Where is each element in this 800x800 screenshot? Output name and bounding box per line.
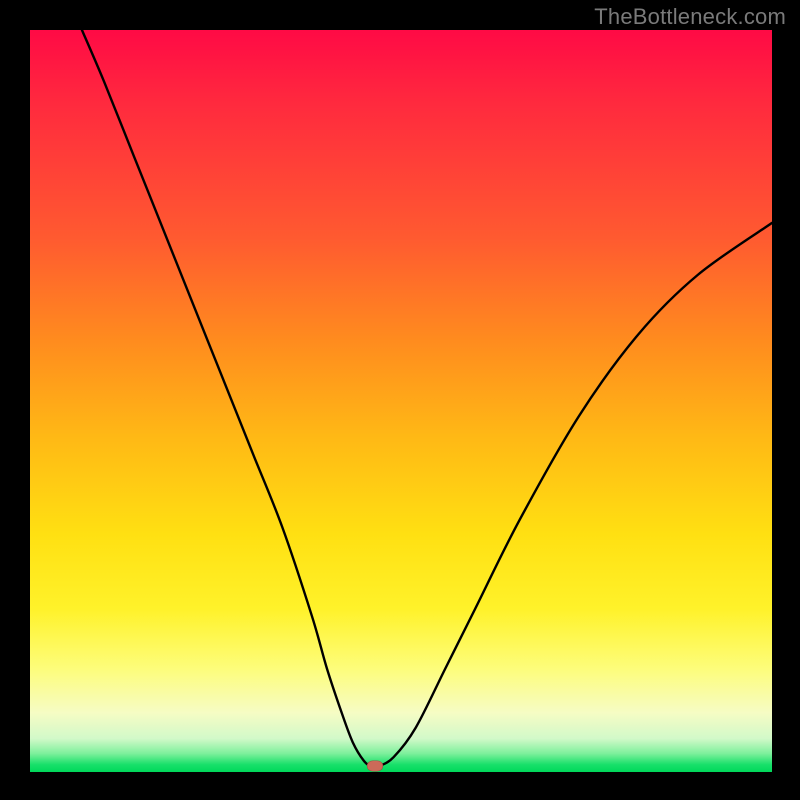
chart-frame: TheBottleneck.com <box>0 0 800 800</box>
optimal-point-marker <box>367 761 383 772</box>
bottleneck-curve <box>82 30 772 767</box>
plot-area <box>30 30 772 772</box>
watermark-text: TheBottleneck.com <box>594 4 786 30</box>
bottleneck-curve-svg <box>30 30 772 772</box>
